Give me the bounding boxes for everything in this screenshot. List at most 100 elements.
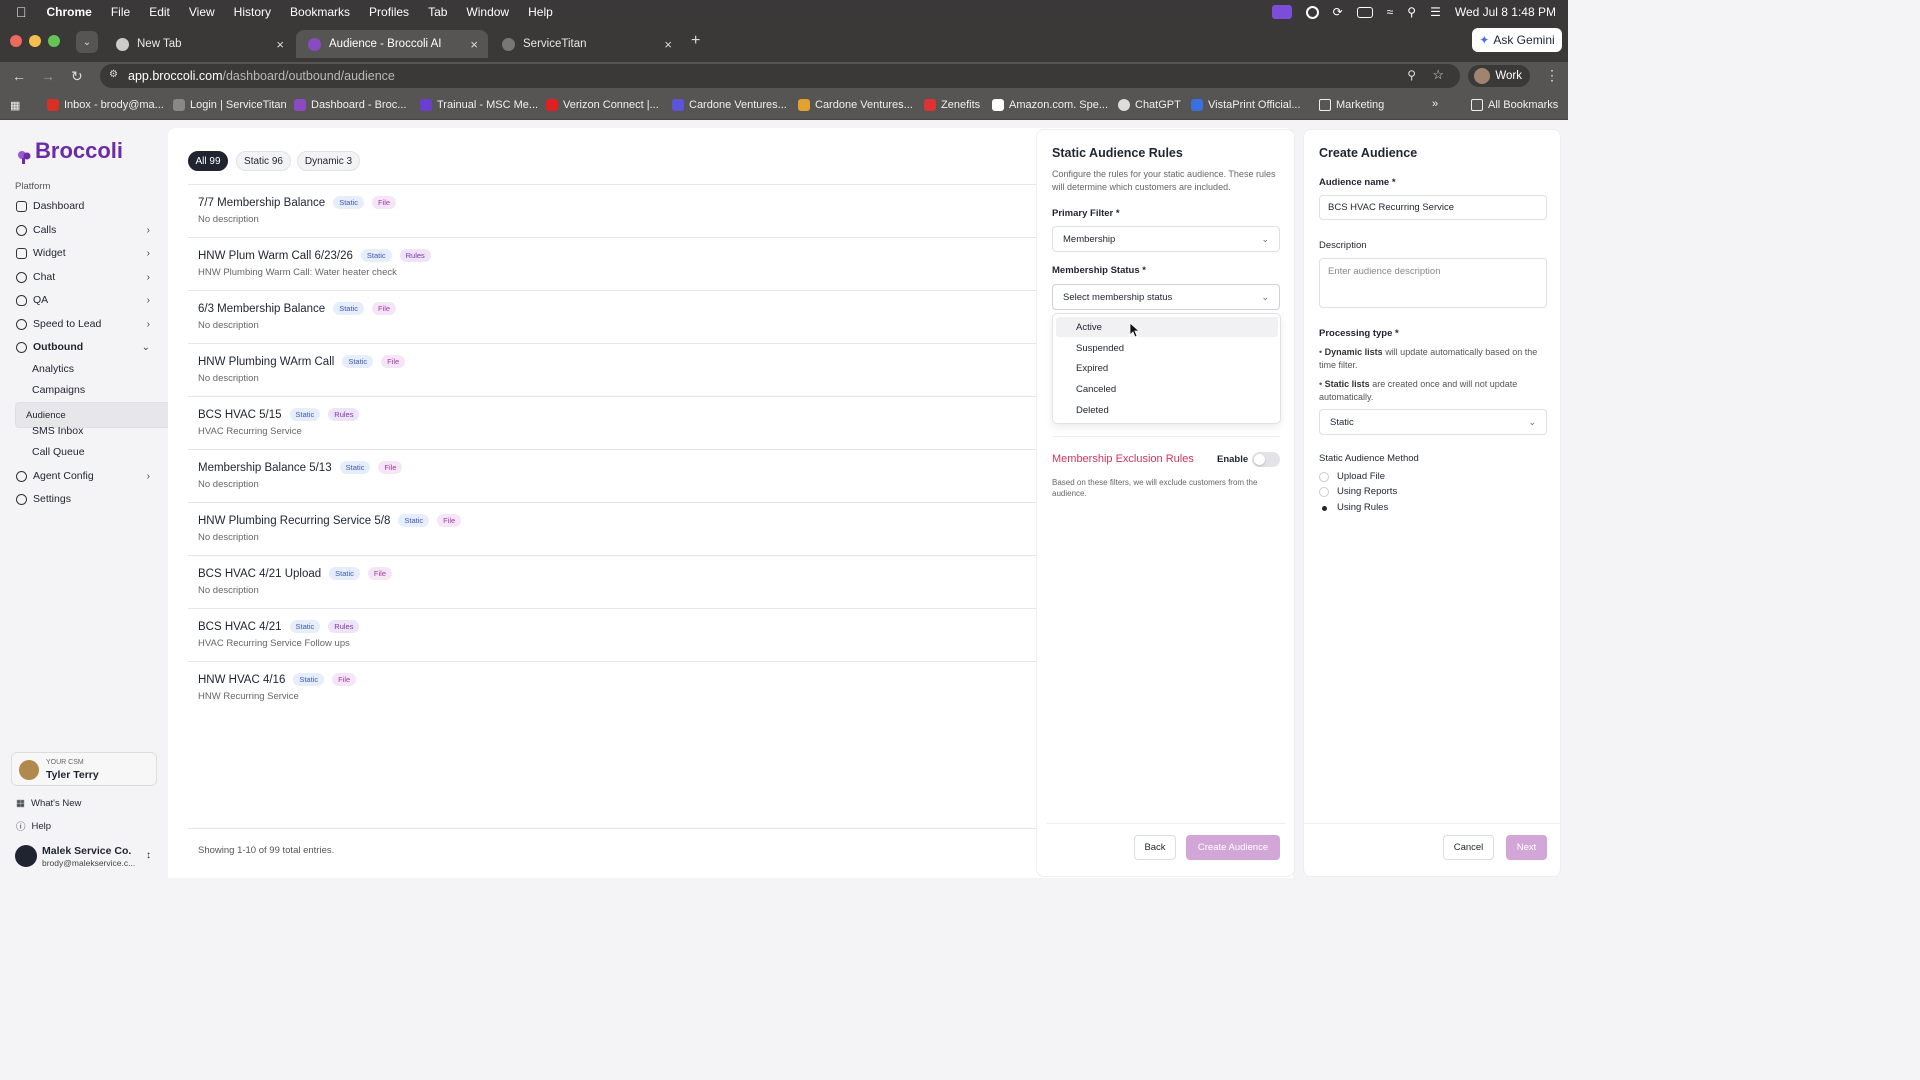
option-suspended[interactable]: Suspended <box>1056 338 1278 358</box>
menu-file[interactable]: File <box>111 5 130 19</box>
bookmark-amazon[interactable]: Amazon.com. Spe... <box>992 99 1108 111</box>
sidebar-item-chat[interactable]: Chat › <box>16 267 158 287</box>
menu-bookmarks[interactable]: Bookmarks <box>290 5 350 19</box>
apple-icon[interactable]:  <box>16 4 27 20</box>
apps-grid-icon[interactable]: ▦ <box>10 99 20 112</box>
whats-new-link[interactable]: ▦ What's New <box>16 798 81 809</box>
sidebar-item-qa[interactable]: QA › <box>16 290 158 310</box>
sidebar-item-speed-to-lead[interactable]: Speed to Lead › <box>16 314 158 334</box>
radio-using-rules[interactable]: Using Rules <box>1319 502 1388 513</box>
forward-arrow-icon[interactable]: → <box>41 68 55 84</box>
zoom-icon[interactable]: ⚲ <box>1407 68 1416 82</box>
menu-window[interactable]: Window <box>466 5 509 19</box>
menu-tab[interactable]: Tab <box>428 5 447 19</box>
sidebar-subitem-analytics[interactable]: Analytics <box>32 360 142 378</box>
chrome-menu-icon[interactable]: ⋮ <box>1545 67 1559 84</box>
close-icon[interactable]: × <box>276 37 284 52</box>
menu-app[interactable]: Chrome <box>47 5 92 19</box>
grammarly-icon[interactable] <box>1305 5 1319 19</box>
ask-gemini-button[interactable]: ✦ Ask Gemini <box>1472 28 1562 52</box>
next-button[interactable]: Next <box>1506 835 1547 860</box>
audience-row[interactable]: BCS HVAC 4/21 Static Rules HVAC Recurring S… <box>188 608 1038 661</box>
url-bar[interactable]: ⚙ app.broccoli.com/dashboard/outbound/au… <box>100 64 1460 88</box>
close-icon[interactable]: × <box>664 37 672 52</box>
back-arrow-icon[interactable]: ← <box>12 68 26 84</box>
option-active[interactable]: Active <box>1056 317 1278 337</box>
bookmark-folder-marketing[interactable]: Marketing <box>1319 99 1384 111</box>
csm-card[interactable]: YOUR CSM Tyler Terry <box>11 752 157 786</box>
sidebar-item-settings[interactable]: Settings <box>16 489 158 509</box>
sidebar-subitem-call-queue[interactable]: Call Queue <box>32 443 142 461</box>
sidebar-item-calls[interactable]: Calls › <box>16 220 158 240</box>
bookmark-cardone-1[interactable]: Cardone Ventures... <box>672 99 787 111</box>
audience-row[interactable]: HNW HVAC 4/16 Static File HNW Recurring Ser… <box>188 661 1038 714</box>
audience-row[interactable]: HNW Plumbing Recurring Service 5/8 Static… <box>188 502 1038 555</box>
sidebar-subitem-campaigns[interactable]: Campaigns <box>32 381 142 399</box>
battery-icon[interactable] <box>1356 6 1373 18</box>
menu-help[interactable]: Help <box>528 5 553 19</box>
sidebar-item-widget[interactable]: Widget › <box>16 243 158 263</box>
description-textarea[interactable]: Enter audience description <box>1319 258 1547 308</box>
audience-name-input[interactable]: BCS HVAC Recurring Service <box>1319 195 1547 220</box>
sidebar-item-dashboard[interactable]: Dashboard <box>16 196 158 216</box>
membership-status-select[interactable]: Select membership status ⌄ <box>1052 284 1280 310</box>
sidebar-subitem-sms-inbox[interactable]: SMS Inbox <box>32 422 142 440</box>
audience-row[interactable]: Membership Balance 5/13 Static File No desc… <box>188 449 1038 502</box>
account-switcher[interactable]: Malek Service Co. brody@malekservice.c..… <box>15 842 157 874</box>
wifi-icon[interactable]: ≈ <box>1387 5 1394 19</box>
menu-history[interactable]: History <box>234 5 271 19</box>
bookmark-cardone-2[interactable]: Cardone Ventures... <box>798 99 913 111</box>
bookmark-gmail[interactable]: Inbox - brody@ma... <box>47 99 164 111</box>
menu-edit[interactable]: Edit <box>149 5 170 19</box>
cancel-button[interactable]: Cancel <box>1443 835 1494 860</box>
bookmark-chatgpt[interactable]: ChatGPT <box>1118 99 1181 111</box>
audience-row[interactable]: 7/7 Membership Balance Static File No descr… <box>188 184 1038 237</box>
bookmark-vistaprint[interactable]: VistaPrint Official... <box>1191 99 1301 111</box>
all-bookmarks[interactable]: All Bookmarks <box>1471 99 1558 111</box>
tab-new-tab[interactable]: New Tab × <box>104 30 294 58</box>
help-link[interactable]: ⓘ Help <box>16 819 51 834</box>
screen-record-icon[interactable] <box>1271 5 1292 19</box>
create-audience-button[interactable]: Create Audience <box>1186 835 1280 860</box>
audience-row[interactable]: 6/3 Membership Balance Static File No descr… <box>188 290 1038 343</box>
tab-audience[interactable]: Audience - Broccoli AI × <box>296 30 488 58</box>
spotlight-icon[interactable]: ⚲ <box>1407 5 1416 19</box>
bookmark-servicetitan-login[interactable]: Login | ServiceTitan <box>173 99 287 111</box>
radio-upload-file[interactable]: Upload File <box>1319 471 1385 482</box>
reload-icon[interactable]: ↻ <box>71 68 83 85</box>
minimize-window-icon[interactable] <box>29 35 41 47</box>
bookmark-zenefits[interactable]: Zenefits <box>924 99 980 111</box>
menu-profiles[interactable]: Profiles <box>369 5 409 19</box>
site-info-icon[interactable]: ⚙ <box>109 69 118 80</box>
bookmark-trainual[interactable]: Trainual - MSC Me... <box>420 99 538 111</box>
option-deleted[interactable]: Deleted <box>1056 400 1278 420</box>
tab-search-icon[interactable]: ⌄ <box>76 31 98 53</box>
filter-dynamic[interactable]: Dynamic 3 <box>297 151 360 171</box>
broccoli-logo[interactable]: Broccoli <box>17 138 123 164</box>
bookmark-star-icon[interactable]: ☆ <box>1432 67 1444 83</box>
sync-icon[interactable]: ⟳ <box>1333 5 1343 19</box>
audience-row[interactable]: BCS HVAC 5/15 Static Rules HVAC Recurring S… <box>188 396 1038 449</box>
sidebar-item-agent-config[interactable]: Agent Config › <box>16 466 158 486</box>
tab-servicetitan[interactable]: ServiceTitan × <box>490 30 682 58</box>
primary-filter-select[interactable]: Membership ⌄ <box>1052 226 1280 252</box>
clock[interactable]: Wed Jul 8 1:48 PM <box>1455 5 1556 19</box>
control-center-icon[interactable]: ☰ <box>1430 5 1441 19</box>
audience-row[interactable]: HNW Plumbing WArm Call Static File No descr… <box>188 343 1038 396</box>
processing-type-select[interactable]: Static ⌄ <box>1319 409 1547 435</box>
close-window-icon[interactable] <box>10 35 22 47</box>
option-canceled[interactable]: Canceled <box>1056 379 1278 399</box>
bookmark-broccoli-dashboard[interactable]: Dashboard - Broc... <box>294 99 406 111</box>
audience-row[interactable]: HNW Plum Warm Call 6/23/26 Static Rules HNW… <box>188 237 1038 290</box>
radio-using-reports[interactable]: Using Reports <box>1319 486 1397 497</box>
menu-view[interactable]: View <box>189 5 215 19</box>
zoom-window-icon[interactable] <box>48 35 60 47</box>
back-button[interactable]: Back <box>1134 835 1176 860</box>
bookmark-verizon[interactable]: Verizon Connect |... <box>546 99 659 111</box>
more-bookmarks-icon[interactable]: » <box>1432 98 1438 110</box>
sidebar-item-outbound[interactable]: Outbound ⌄ <box>16 337 158 357</box>
close-icon[interactable]: × <box>470 37 478 52</box>
audience-row[interactable]: BCS HVAC 4/21 Upload Static File No descrip… <box>188 555 1038 608</box>
profile-button[interactable]: Work <box>1468 65 1530 87</box>
filter-all[interactable]: All 99 <box>188 151 228 171</box>
